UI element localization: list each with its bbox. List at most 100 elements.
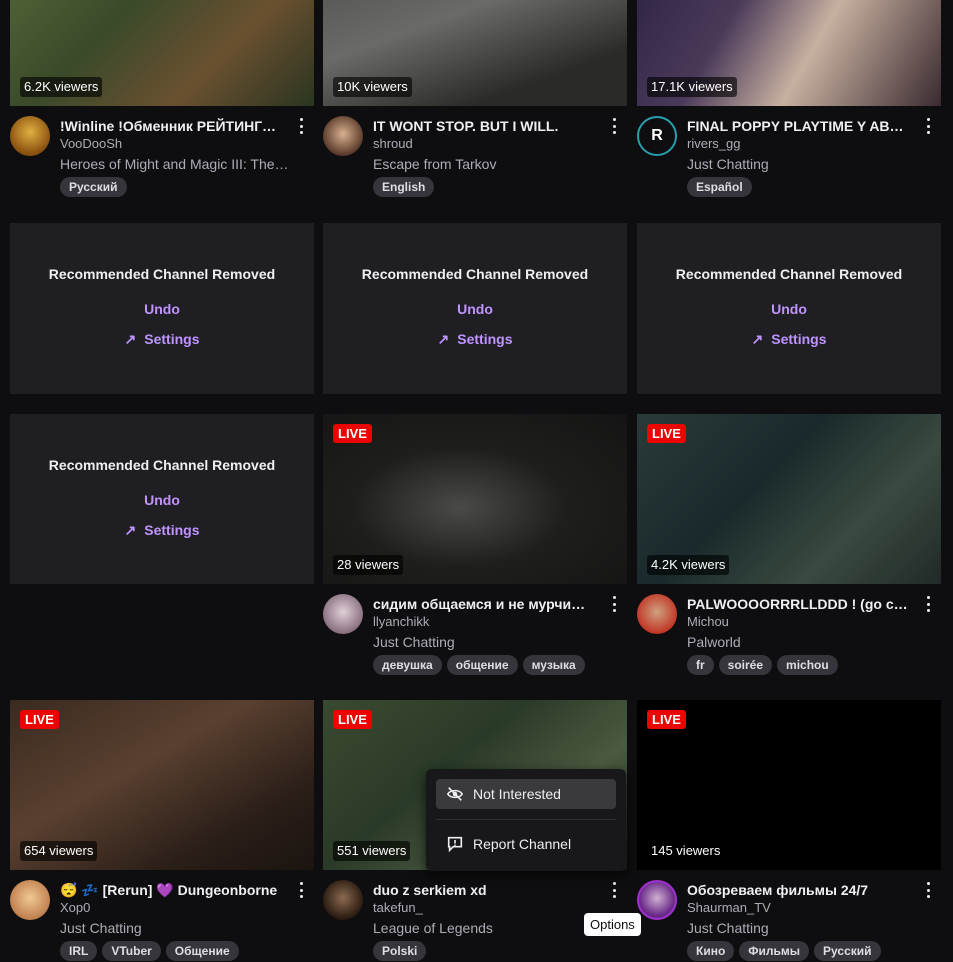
stream-thumbnail[interactable]: LIVE 145 viewers: [637, 700, 941, 870]
options-icon[interactable]: [298, 882, 304, 898]
tag[interactable]: девушка: [373, 655, 442, 675]
stream-thumbnail[interactable]: 10K viewers: [323, 0, 627, 106]
channel-name[interactable]: rivers_gg: [687, 135, 740, 152]
undo-button[interactable]: Undo: [10, 492, 314, 508]
stream-title[interactable]: сидим общаемся и не мурчим :3: [373, 595, 595, 613]
viewer-count: 4.2K viewers: [647, 555, 730, 575]
stream-card[interactable]: LIVE 4.2K viewers PALWOOOORRRLLDDD ! (go…: [637, 414, 941, 676]
stream-card[interactable]: 10K viewers IT WONT STOP. BUT I WILL. sh…: [323, 0, 627, 198]
options-icon[interactable]: [925, 118, 931, 134]
viewer-count: 551 viewers: [333, 841, 411, 861]
tag[interactable]: музыка: [522, 655, 585, 675]
stream-title[interactable]: 😴 💤 [Rerun] 💜 Dungeonborne: [60, 881, 282, 899]
category-link[interactable]: Just Chatting: [373, 633, 603, 651]
tag[interactable]: Фильмы: [739, 941, 810, 961]
stream-thumbnail[interactable]: LIVE 28 viewers: [323, 414, 627, 584]
channel-name[interactable]: shroud: [373, 135, 413, 152]
viewer-count: 145 viewers: [647, 841, 725, 861]
not-interested-item[interactable]: Not Interested: [436, 779, 616, 809]
undo-button[interactable]: Undo: [10, 301, 314, 317]
category-link[interactable]: Just Chatting: [60, 919, 290, 937]
menu-divider: [436, 819, 616, 820]
options-icon[interactable]: [611, 118, 617, 134]
stream-card[interactable]: LIVE 28 viewers сидим общаемся и не мурч…: [323, 414, 627, 676]
stream-card[interactable]: 6.2K viewers !Winline !Обменник РЕЙТИНГО…: [10, 0, 314, 198]
channel-name[interactable]: Michou: [687, 613, 729, 630]
removed-channel-card: Recommended Channel Removed Undo ↗ Settin…: [323, 223, 627, 394]
tag[interactable]: fr: [687, 655, 714, 675]
category-link[interactable]: League of Legends: [373, 919, 603, 937]
tag[interactable]: English: [373, 177, 435, 197]
options-icon[interactable]: [611, 596, 617, 612]
options-icon[interactable]: [611, 882, 617, 898]
options-icon[interactable]: [925, 882, 931, 898]
arrow-up-right-icon: ↗: [751, 331, 764, 347]
tag[interactable]: IRL: [60, 941, 98, 961]
stream-thumbnail[interactable]: LIVE 4.2K viewers: [637, 414, 941, 584]
stream-title[interactable]: FINAL POPPY PLAYTIME Y ABRIMOS: [687, 117, 909, 135]
avatar[interactable]: [10, 880, 50, 920]
avatar[interactable]: [637, 880, 677, 920]
undo-button[interactable]: Undo: [323, 301, 627, 317]
removed-channel-card: Recommended Channel Removed Undo ↗ Settin…: [10, 223, 314, 394]
stream-thumbnail[interactable]: LIVE 654 viewers: [10, 700, 314, 870]
avatar[interactable]: R: [637, 116, 677, 156]
tag[interactable]: Русский: [814, 941, 881, 961]
avatar[interactable]: [10, 116, 50, 156]
settings-link[interactable]: ↗ Settings: [637, 331, 941, 348]
tag[interactable]: soirée: [718, 655, 773, 675]
settings-link[interactable]: ↗ Settings: [323, 331, 627, 348]
undo-button[interactable]: Undo: [637, 301, 941, 317]
tag[interactable]: Polski: [373, 941, 427, 961]
channel-name[interactable]: Xop0: [60, 899, 90, 916]
stream-thumbnail[interactable]: 17.1K viewers: [637, 0, 941, 106]
arrow-up-right-icon: ↗: [124, 331, 137, 347]
live-badge: LIVE: [647, 710, 686, 729]
removed-title: Recommended Channel Removed: [361, 266, 589, 282]
tag[interactable]: Русский: [60, 177, 127, 197]
stream-title[interactable]: PALWOOOORRRLLDDD ! (go catch them all): [687, 595, 909, 613]
stream-title[interactable]: !Winline !Обменник РЕЙТИНГОВЫЙ: [60, 117, 282, 135]
tag[interactable]: Кино: [687, 941, 735, 961]
tag[interactable]: общение: [446, 655, 518, 675]
stream-card[interactable]: 17.1K viewers R FINAL POPPY PLAYTIME Y A…: [637, 0, 941, 198]
channel-name[interactable]: Shaurman_TV: [687, 899, 771, 916]
removed-title: Recommended Channel Removed: [48, 457, 276, 473]
tag[interactable]: VTuber: [102, 941, 161, 961]
avatar[interactable]: [637, 594, 677, 634]
tag[interactable]: Общение: [165, 941, 239, 961]
settings-link[interactable]: ↗ Settings: [10, 522, 314, 539]
avatar[interactable]: [323, 594, 363, 634]
removed-channel-card: Recommended Channel Removed Undo ↗ Settin…: [10, 414, 314, 584]
category-link[interactable]: Just Chatting: [687, 919, 917, 937]
live-badge: LIVE: [333, 424, 372, 443]
live-badge: LIVE: [647, 424, 686, 443]
arrow-up-right-icon: ↗: [124, 522, 137, 538]
tag[interactable]: Español: [687, 177, 752, 197]
stream-card[interactable]: LIVE 145 viewers Обозреваем фильмы 24/7 …: [637, 700, 941, 962]
options-tooltip: Options: [584, 913, 641, 936]
tag[interactable]: michou: [777, 655, 838, 675]
avatar[interactable]: [323, 880, 363, 920]
settings-link[interactable]: ↗ Settings: [10, 331, 314, 348]
removed-title: Recommended Channel Removed: [48, 266, 276, 282]
stream-thumbnail[interactable]: 6.2K viewers: [10, 0, 314, 106]
stream-title[interactable]: IT WONT STOP. BUT I WILL.: [373, 117, 595, 135]
category-link[interactable]: Just Chatting: [687, 155, 917, 173]
viewer-count: 28 viewers: [333, 555, 404, 575]
options-icon[interactable]: [925, 596, 931, 612]
stream-title[interactable]: duo z serkiem xd: [373, 881, 595, 899]
channel-name[interactable]: llyanchikk: [373, 613, 429, 630]
report-channel-item[interactable]: Report Channel: [436, 829, 616, 859]
category-link[interactable]: Palworld: [687, 633, 917, 651]
options-icon[interactable]: [298, 118, 304, 134]
category-link[interactable]: Escape from Tarkov: [373, 155, 603, 173]
avatar[interactable]: [323, 116, 363, 156]
category-link[interactable]: Heroes of Might and Magic III: The Shado…: [60, 155, 290, 173]
live-badge: LIVE: [20, 710, 59, 729]
channel-name[interactable]: VooDooSh: [60, 135, 122, 152]
channel-name[interactable]: takefun_: [373, 899, 423, 916]
viewer-count: 6.2K viewers: [20, 77, 103, 97]
stream-card[interactable]: LIVE 654 viewers 😴 💤 [Rerun] 💜 Dungeonbo…: [10, 700, 314, 962]
stream-title[interactable]: Обозреваем фильмы 24/7: [687, 881, 909, 899]
